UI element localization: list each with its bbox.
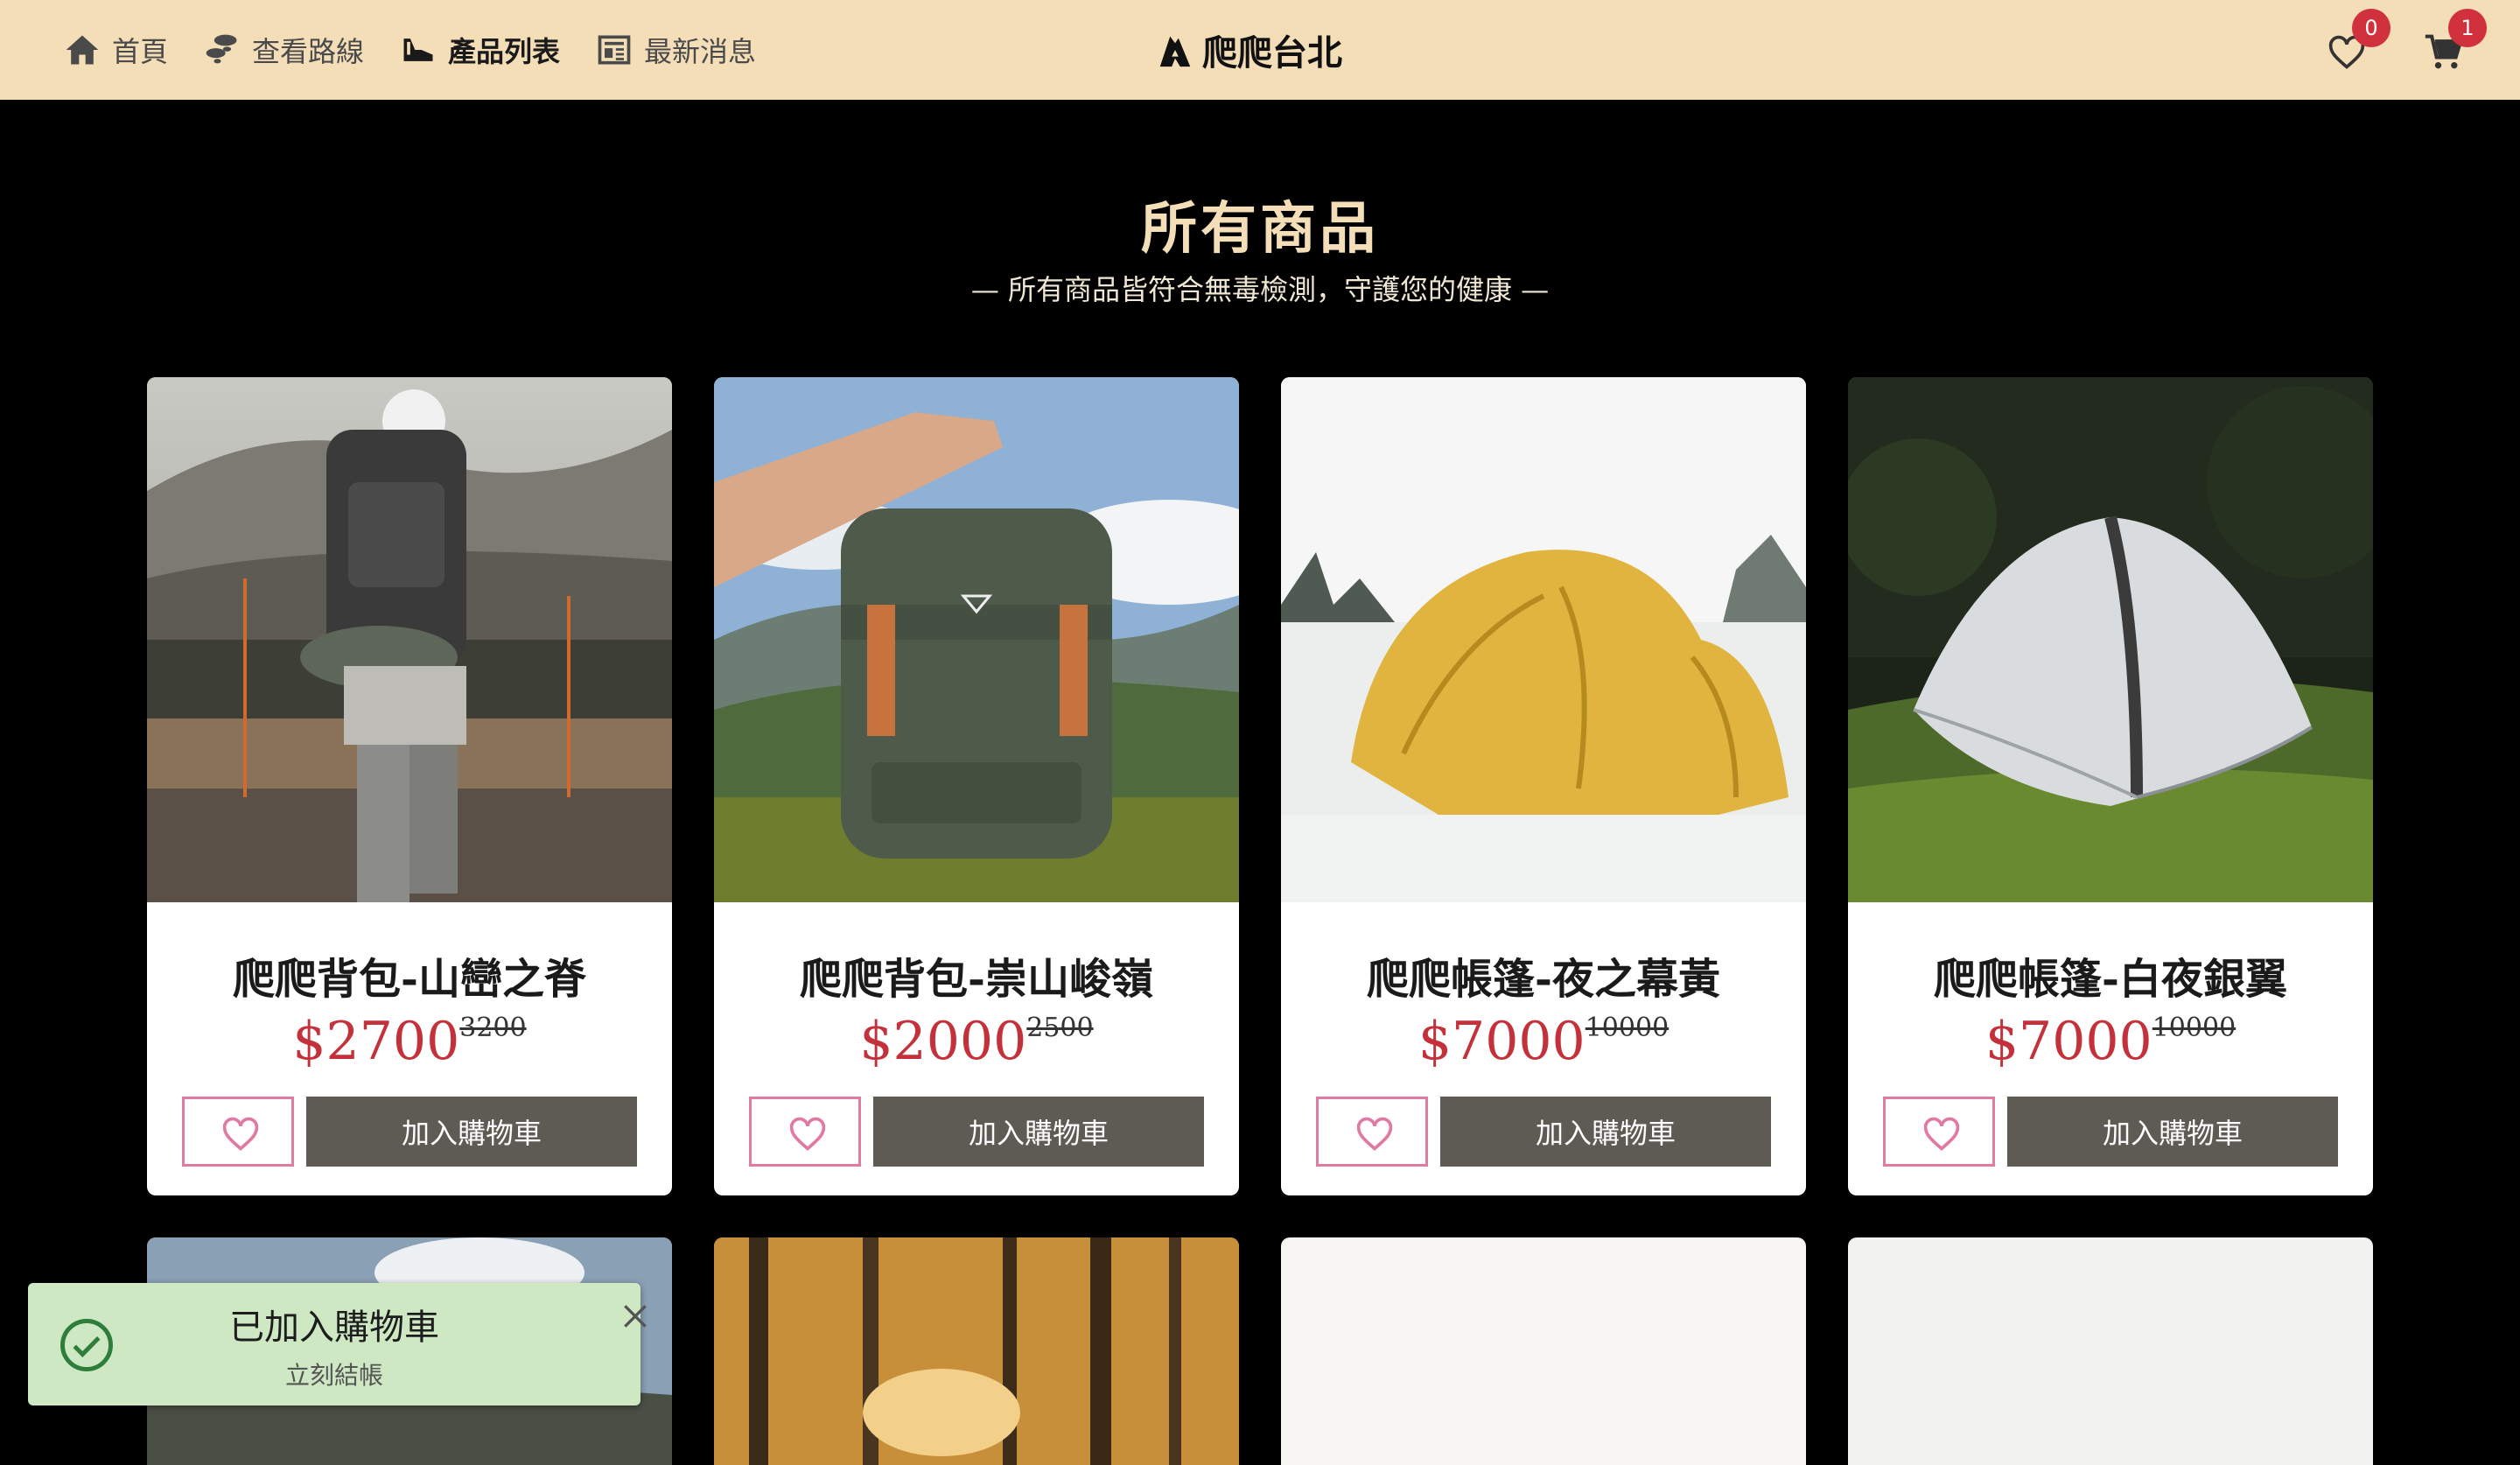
product-image[interactable] [714,377,1239,902]
shoe-icon [403,39,433,61]
product-prices: $20002500 [714,1011,1239,1072]
product-image[interactable] [714,1237,1239,1465]
add-to-cart-toast: 已加入購物車 立刻結帳 [28,1283,647,1405]
page-subtitle: — 所有商品皆符合無毒檢測，守護您的健康 — [970,273,1550,306]
nav-item-label: 查看路線 [252,35,365,68]
add-to-cart-button[interactable]: 加入購物車 [306,1097,637,1167]
home-icon [66,35,99,65]
product-card: 爬爬背包-崇山峻嶺 $20002500 加入購物車 [714,377,1239,1195]
product-card [714,1237,1239,1465]
nav-item-label: 首頁 [112,35,169,68]
add-to-wishlist-button[interactable] [1316,1097,1428,1167]
product-price: $7000 [1984,1011,2152,1072]
product-image[interactable] [1281,377,1806,902]
heart-icon [1356,1117,1393,1151]
nav-item-news[interactable]: 最新消息 [595,30,756,70]
logo-text: 爬爬台北 [1202,32,1342,74]
add-to-wishlist-button[interactable] [182,1097,294,1167]
product-price: $2000 [859,1011,1027,1072]
heart-icon [789,1117,826,1151]
product-name: 爬爬帳篷-夜之幕黃 [1367,955,1720,1004]
product-image[interactable] [1848,377,2373,902]
product-card: 爬爬背包-山巒之脊 $27003200 加入購物車 [147,377,672,1195]
toast-title: 已加入購物車 [229,1307,439,1348]
top-navbar: 首頁 查看路線 產品列表 最新消息 爬爬台北 0 1 [0,0,2520,100]
product-name: 爬爬背包-崇山峻嶺 [800,955,1153,1004]
nav-item-label: 產品列表 [448,35,561,68]
cart-button[interactable]: 1 [2418,9,2487,75]
product-prices: $700010000 [1281,1011,1806,1072]
product-old-price: 3200 [459,1013,527,1043]
heart-icon [1923,1117,1960,1151]
footprints-icon [206,34,237,64]
product-image[interactable] [147,377,672,902]
nav-item-routes[interactable]: 查看路線 [203,30,364,70]
close-icon[interactable] [618,1299,653,1334]
product-prices: $27003200 [147,1011,672,1072]
add-to-cart-button[interactable]: 加入購物車 [1440,1097,1771,1167]
product-card [1281,1237,1806,1465]
add-to-wishlist-button[interactable] [1883,1097,1995,1167]
product-prices: $700010000 [1848,1011,2373,1072]
product-price: $2700 [292,1011,460,1072]
page-title: 所有商品 [1141,196,1379,262]
nav-item-home[interactable]: 首頁 [63,30,168,70]
product-card: 爬爬帳篷-白夜銀翼 $700010000 加入購物車 [1848,377,2373,1195]
product-image[interactable] [1281,1237,1806,1465]
product-old-price: 10000 [2152,1013,2236,1043]
add-to-cart-button[interactable]: 加入購物車 [873,1097,1204,1167]
heart-icon [222,1117,259,1151]
add-to-cart-button[interactable]: 加入購物車 [2007,1097,2338,1167]
product-name: 爬爬背包-山巒之脊 [233,955,586,1004]
product-old-price: 2500 [1026,1013,1094,1043]
main-nav: 首頁 查看路線 產品列表 最新消息 [63,0,791,100]
checkout-now-link[interactable]: 立刻結帳 [28,1356,640,1391]
product-old-price: 10000 [1585,1013,1670,1043]
site-logo[interactable]: 爬爬台北 [1155,25,1342,75]
nav-item-products[interactable]: 產品列表 [399,30,560,70]
wishlist-button[interactable]: 0 [2322,9,2390,75]
newspaper-icon [598,35,631,65]
product-name: 爬爬帳篷-白夜銀翼 [1934,955,2287,1004]
product-image[interactable] [1848,1237,2373,1465]
nav-item-label: 最新消息 [644,35,757,68]
add-to-wishlist-button[interactable] [749,1097,861,1167]
cart-count-badge: 1 [2448,9,2487,47]
product-card [1848,1237,2373,1465]
wishlist-count-badge: 0 [2352,9,2390,47]
product-card: 爬爬帳篷-夜之幕黃 $700010000 加入購物車 [1281,377,1806,1195]
mountain-logo-icon [1159,36,1191,67]
product-price: $7000 [1418,1011,1586,1072]
